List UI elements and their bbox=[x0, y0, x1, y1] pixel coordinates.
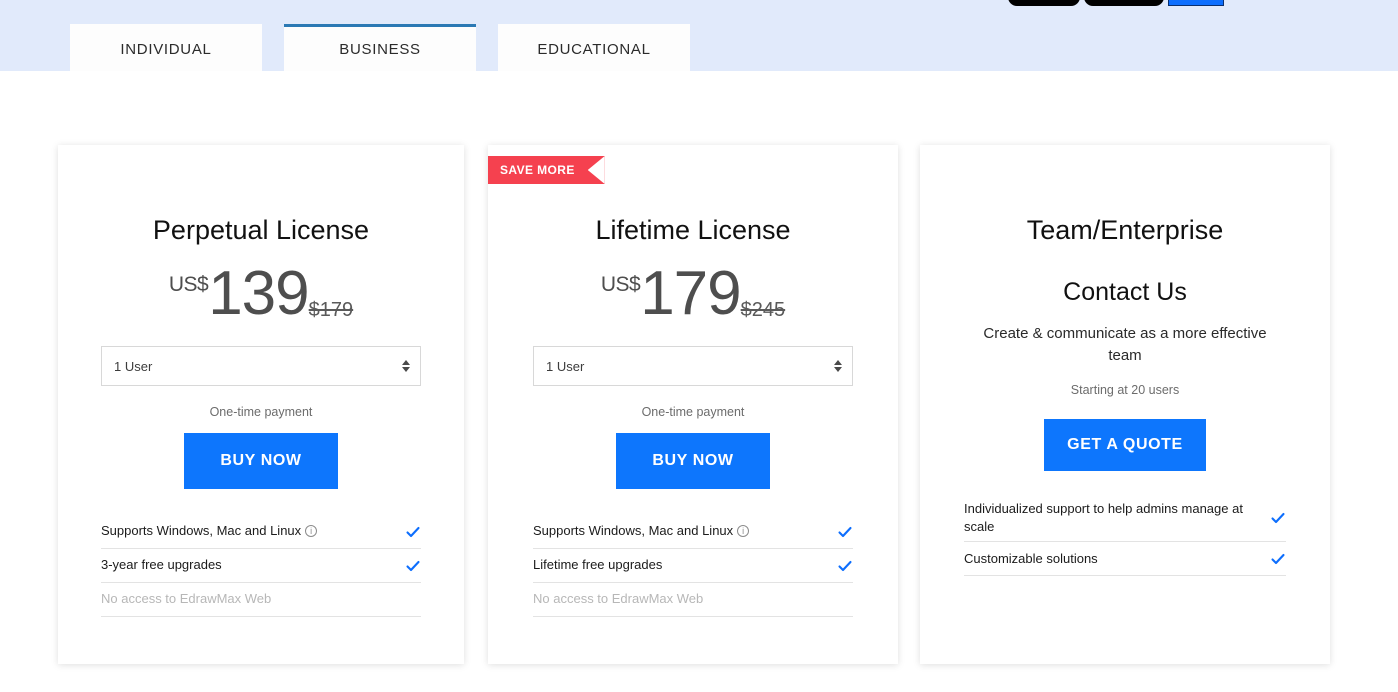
info-icon[interactable]: i bbox=[305, 525, 318, 538]
chevron-updown-icon[interactable] bbox=[402, 360, 410, 372]
tab-label: BUSINESS bbox=[339, 40, 421, 58]
feature-text: Individualized support to help admins ma… bbox=[964, 500, 1243, 534]
chevron-updown-icon[interactable] bbox=[834, 360, 842, 372]
check-icon bbox=[837, 558, 853, 574]
feature-text: Supports Windows, Mac and Linux i bbox=[533, 522, 750, 540]
clipped-header-artifact bbox=[1008, 0, 1224, 6]
badge-label: SAVE MORE bbox=[500, 163, 575, 177]
contact-us-heading: Contact Us bbox=[1063, 278, 1187, 306]
user-count-select[interactable]: 1 User bbox=[101, 346, 421, 386]
save-more-badge: SAVE MORE bbox=[488, 156, 605, 184]
clipped-button[interactable] bbox=[1168, 0, 1224, 6]
feature-item-disabled: No access to EdrawMax Web bbox=[533, 583, 853, 617]
feature-item: Individualized support to help admins ma… bbox=[964, 495, 1286, 543]
pricing-tabs: INDIVIDUAL BUSINESS EDUCATIONAL bbox=[70, 24, 690, 71]
check-icon bbox=[1270, 551, 1286, 567]
tab-label: EDUCATIONAL bbox=[537, 40, 651, 58]
feature-item: 3-year free upgrades bbox=[101, 549, 421, 583]
feature-item-disabled: No access to EdrawMax Web bbox=[101, 583, 421, 617]
check-icon bbox=[1270, 510, 1286, 526]
buy-now-button[interactable]: BUY NOW bbox=[616, 433, 770, 489]
pricing-card-enterprise: Team/Enterprise Contact Us Create & comm… bbox=[920, 145, 1330, 664]
feature-text: Supports Windows, Mac and Linux i bbox=[101, 522, 318, 540]
user-count-value: 1 User bbox=[546, 358, 585, 374]
clipped-text-blob bbox=[1084, 0, 1164, 6]
payment-note: One-time payment bbox=[641, 405, 745, 419]
check-icon bbox=[405, 558, 421, 574]
feature-text: Customizable solutions bbox=[964, 550, 1098, 566]
clipped-text-blob bbox=[1008, 0, 1080, 6]
pricing-card-lifetime: SAVE MORE Lifetime License US$ 179 $245 … bbox=[488, 145, 898, 664]
feature-item: Supports Windows, Mac and Linux i bbox=[101, 515, 421, 549]
info-icon[interactable]: i bbox=[737, 525, 750, 538]
feature-item: Supports Windows, Mac and Linux i bbox=[533, 515, 853, 549]
pricing-card-perpetual: Perpetual License US$ 139 $179 1 User On… bbox=[58, 145, 464, 664]
card-title: Team/Enterprise bbox=[1026, 215, 1224, 245]
price-block: US$ 179 $245 bbox=[488, 259, 898, 329]
tab-individual[interactable]: INDIVIDUAL bbox=[70, 24, 262, 71]
feature-list: Supports Windows, Mac and Linux i Lifetim… bbox=[533, 515, 853, 617]
price-amount: 139 bbox=[208, 259, 309, 329]
feature-text: Lifetime free upgrades bbox=[533, 557, 663, 573]
card-title: Lifetime License bbox=[595, 215, 791, 245]
buy-now-button[interactable]: BUY NOW bbox=[184, 433, 338, 489]
tab-educational[interactable]: EDUCATIONAL bbox=[498, 24, 690, 71]
get-a-quote-button[interactable]: GET A QUOTE bbox=[1044, 418, 1206, 471]
price-original: $179 bbox=[308, 299, 354, 321]
feature-list: Individualized support to help admins ma… bbox=[964, 495, 1286, 577]
check-icon bbox=[837, 524, 853, 540]
user-count-select[interactable]: 1 User bbox=[533, 346, 853, 386]
feature-text: No access to EdrawMax Web bbox=[533, 591, 704, 607]
feature-item: Customizable solutions bbox=[964, 542, 1286, 577]
price-amount: 179 bbox=[640, 259, 741, 329]
card-subtitle: Create & communicate as a more effective… bbox=[983, 325, 1267, 364]
feature-item: Lifetime free upgrades bbox=[533, 549, 853, 583]
price-block: US$ 139 $179 bbox=[58, 259, 464, 329]
check-icon bbox=[405, 524, 421, 540]
tab-business[interactable]: BUSINESS bbox=[284, 24, 476, 71]
feature-list: Supports Windows, Mac and Linux i 3-year … bbox=[101, 515, 421, 617]
price-currency: US$ bbox=[168, 273, 209, 296]
feature-text: No access to EdrawMax Web bbox=[101, 591, 272, 607]
payment-note: One-time payment bbox=[209, 405, 313, 419]
feature-text: 3-year free upgrades bbox=[101, 557, 222, 573]
price-currency: US$ bbox=[600, 273, 641, 296]
user-count-value: 1 User bbox=[114, 358, 153, 374]
price-original: $245 bbox=[740, 299, 786, 321]
tab-label: INDIVIDUAL bbox=[120, 40, 212, 58]
card-title: Perpetual License bbox=[152, 215, 370, 245]
starting-users-note: Starting at 20 users bbox=[1070, 382, 1180, 397]
